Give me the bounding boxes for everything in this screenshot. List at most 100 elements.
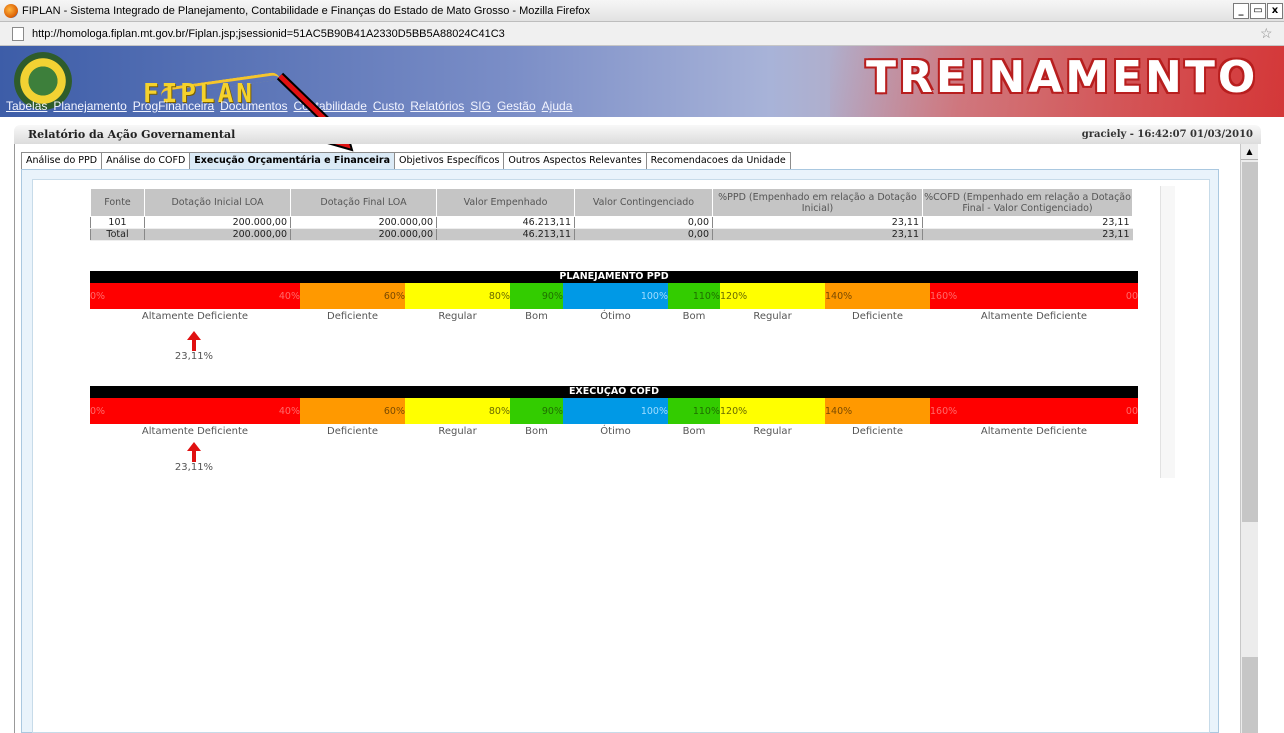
tab-analise-ppd[interactable]: Análise do PPD — [21, 152, 103, 169]
segment-threshold: 0% — [90, 406, 106, 417]
menu-item[interactable]: Gestão — [497, 99, 536, 117]
table-header-row: Fonte Dotação Inicial LOA Dotação Final … — [90, 188, 1133, 217]
col-header: Fonte — [90, 188, 145, 217]
scale-labels: Altamente Deficiente Deficiente Regular Bom… — [90, 309, 1138, 323]
menu-item[interactable]: Relatórios — [410, 99, 464, 117]
scroll-thumb[interactable] — [1242, 162, 1258, 522]
ppd-marker: 23,11% — [164, 331, 224, 362]
scale-segment: 160% 00 — [930, 398, 1138, 424]
segment-threshold: 160% — [930, 406, 958, 417]
menu-item[interactable]: ProgFinanceira — [133, 99, 214, 117]
menu-item[interactable]: Ajuda — [542, 99, 573, 117]
close-button[interactable]: x — [1267, 2, 1283, 19]
inner-scrollbar[interactable] — [1160, 186, 1175, 478]
segment-threshold: 80% — [488, 291, 510, 302]
segment-rating-label: Bom — [682, 311, 706, 322]
cell: 200.000,00 — [290, 228, 437, 241]
menu-item[interactable]: Planejamento — [53, 99, 126, 117]
execution-table: Fonte Dotação Inicial LOA Dotação Final … — [90, 188, 1133, 241]
tab-recomendacoes[interactable]: Recomendacoes da Unidade — [645, 152, 791, 169]
segment-rating-label: Altamente Deficiente — [141, 426, 249, 437]
segment-rating-label: Altamente Deficiente — [980, 426, 1088, 437]
segment-rating-label: Deficiente — [327, 311, 378, 322]
scale-bar: 0% 40% 60% 80% 90% 100% 110% 120% 140% 160% 00 — [90, 398, 1138, 424]
segment-threshold: 60% — [383, 406, 405, 417]
cell: 23,11 — [712, 216, 923, 229]
environment-label: TREINAMENTO — [866, 52, 1259, 103]
menu-item[interactable]: Custo — [373, 99, 404, 117]
scale-segment: 160% 00 — [930, 283, 1138, 309]
scale-segment: 100% — [563, 398, 668, 424]
table-row: 101 200.000,00 200.000,00 46.213,11 0,00… — [90, 216, 1133, 229]
segment-rating-label: Regular — [438, 311, 477, 322]
tab-outros-aspectos[interactable]: Outros Aspectos Relevantes — [503, 152, 647, 169]
page-scrollbar[interactable]: ▲ — [1240, 144, 1258, 733]
cell: 200.000,00 — [290, 216, 437, 229]
report-tabs: Análise do PPD Análise do COFD Execução … — [21, 152, 791, 169]
segment-rating-label: Bom — [525, 311, 548, 322]
main-menu: Tabelas Planejamento ProgFinanceira Docu… — [0, 99, 760, 117]
segment-rating-label: Deficiente — [852, 426, 903, 437]
ppd-scale: PLANEJAMENTO PPD 0% 40% 60% 80% 90% 100% 110% 1… — [90, 271, 1138, 323]
page-title: Relatório da Ação Governamental — [28, 128, 236, 141]
tab-execucao-orcamentaria[interactable]: Execução Orçamentária e Financeira — [189, 152, 395, 169]
segment-threshold: 80% — [488, 406, 510, 417]
cell: 46.213,11 — [436, 216, 575, 229]
segment-rating-label: Regular — [438, 426, 477, 437]
col-header: Valor Contingenciado — [574, 188, 713, 217]
user-session-info: graciely - 16:42:07 01/03/2010 — [1081, 129, 1253, 140]
table-row-total: Total 200.000,00 200.000,00 46.213,11 0,… — [90, 228, 1133, 241]
cell: 0,00 — [574, 216, 713, 229]
url-field[interactable]: http://homologa.fiplan.mt.gov.br/Fiplan.… — [32, 28, 1260, 40]
col-header: Dotação Final LOA — [290, 188, 437, 217]
scale-segment: 60% — [300, 398, 405, 424]
maximize-button[interactable]: ▭ — [1250, 2, 1266, 19]
scale-segment: 110% — [668, 398, 720, 424]
window-titlebar: FIPLAN - Sistema Integrado de Planejamen… — [0, 0, 1284, 22]
scale-bar: 0% 40% 60% 80% 90% 100% 110% 120% 140% 160% 00 — [90, 283, 1138, 309]
scroll-track-lower[interactable] — [1242, 657, 1258, 733]
menu-item[interactable]: Documentos — [220, 99, 287, 117]
banner-gap — [0, 117, 1284, 125]
segment-threshold: 100% — [640, 406, 668, 417]
menu-item[interactable]: Contabilidade — [294, 99, 367, 117]
scale-segment: 120% — [720, 398, 825, 424]
segment-threshold: 140% — [825, 406, 853, 417]
bookmark-star-icon[interactable]: ☆ — [1260, 25, 1276, 42]
segment-threshold: 120% — [720, 291, 748, 302]
segment-rating-label: Deficiente — [852, 311, 903, 322]
tab-objetivos-especificos[interactable]: Objetivos Específicos — [393, 152, 505, 169]
cell: 23,11 — [712, 228, 923, 241]
scale-segment: 60% — [300, 283, 405, 309]
scale-segment: 0% 40% — [90, 398, 300, 424]
tab-analise-cofd[interactable]: Análise do COFD — [101, 152, 191, 169]
segment-threshold: 40% — [278, 291, 300, 302]
scroll-up-icon[interactable]: ▲ — [1241, 144, 1258, 160]
segment-rating-label: Ótimo — [600, 311, 631, 322]
scale-segment: 0% 40% — [90, 283, 300, 309]
scale-segment: 90% — [510, 283, 563, 309]
segment-threshold: 120% — [720, 406, 748, 417]
segment-rating-label: Regular — [753, 311, 792, 322]
cell: 101 — [90, 216, 145, 229]
scale-title: PLANEJAMENTO PPD — [90, 271, 1138, 283]
segment-rating-label: Deficiente — [327, 426, 378, 437]
segment-threshold: 40% — [278, 406, 300, 417]
segment-threshold: 90% — [541, 406, 563, 417]
menu-item[interactable]: Tabelas — [6, 99, 47, 117]
segment-threshold: 60% — [383, 291, 405, 302]
menu-item[interactable]: SIG — [470, 99, 491, 117]
segment-threshold: 00 — [1125, 406, 1138, 417]
segment-rating-label: Regular — [753, 426, 792, 437]
firefox-icon — [4, 3, 18, 18]
scale-segment: 90% — [510, 398, 563, 424]
up-arrow-icon — [187, 331, 201, 351]
col-header: %PPD (Empenhado em relação a Dotação Ini… — [712, 188, 923, 217]
segment-threshold: 0% — [90, 291, 106, 302]
scale-segment: 140% — [825, 398, 930, 424]
segment-threshold: 140% — [825, 291, 853, 302]
scale-title: EXECUÇÃO COFD — [90, 386, 1138, 398]
marker-label: 23,11% — [174, 351, 214, 362]
minimize-button[interactable]: _ — [1233, 2, 1249, 19]
cell: Total — [90, 228, 145, 241]
